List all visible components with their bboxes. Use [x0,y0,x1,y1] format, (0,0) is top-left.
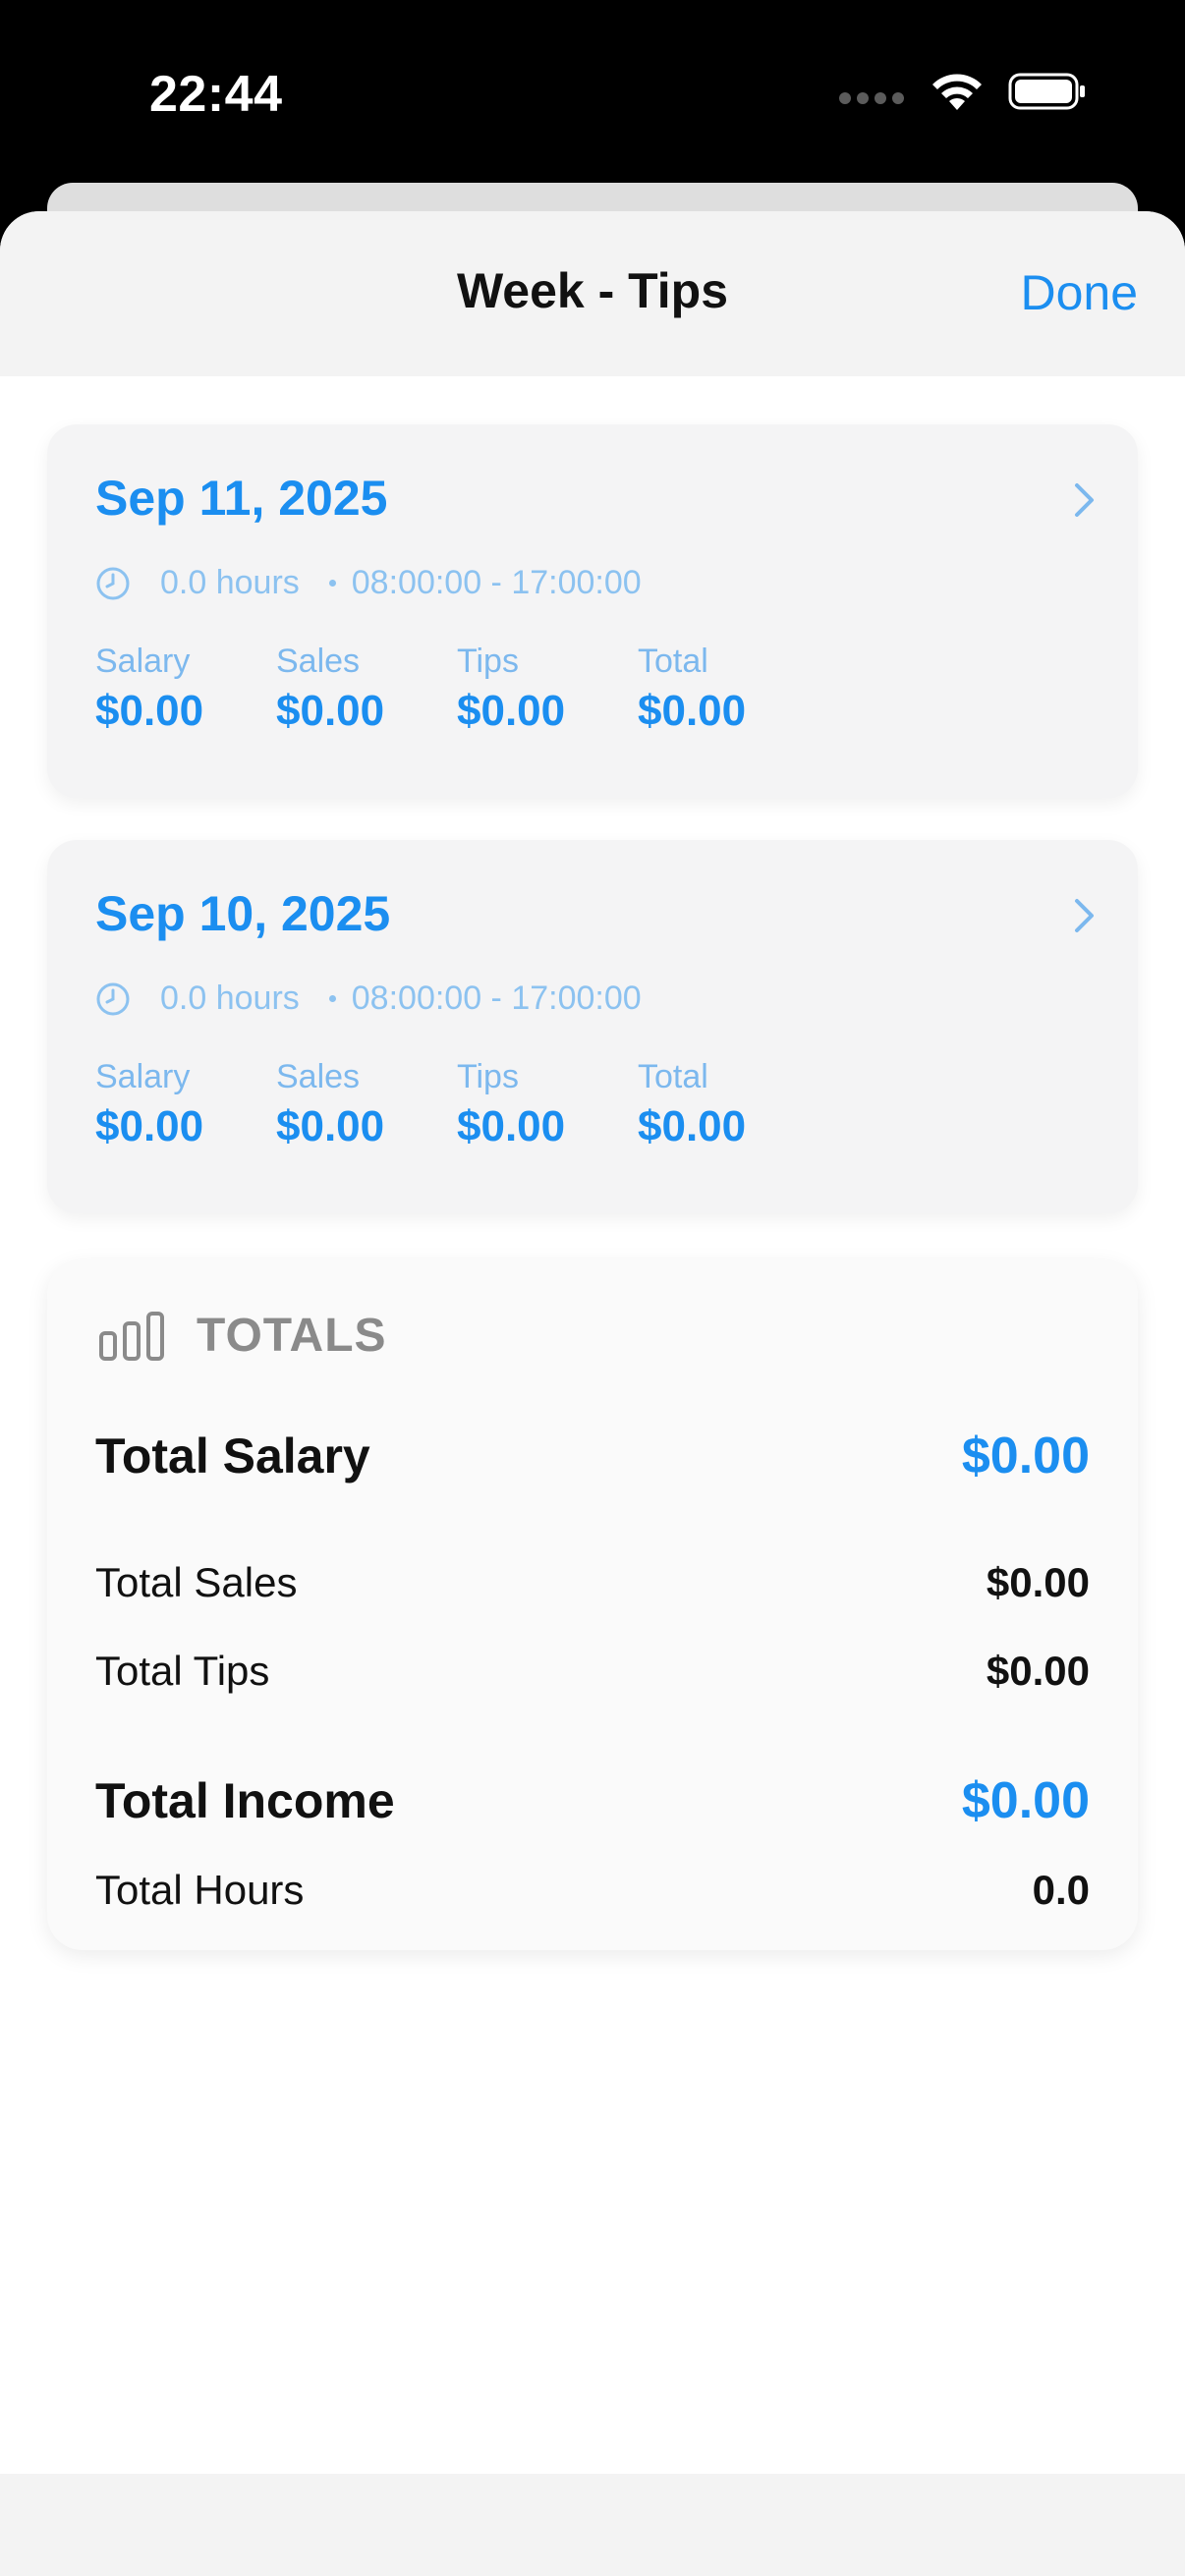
day-hours-row: 0.0 hours 08:00:00 - 17:00:00 [95,980,642,1018]
total-sales-value: $0.00 [986,1559,1090,1605]
column-value: $0.00 [638,1102,747,1150]
total-salary-value: $0.00 [961,1428,1090,1484]
total-salary-row: Total Salary $0.00 [95,1427,1090,1485]
status-time: 22:44 [149,66,283,123]
column-label: Total [638,1058,708,1095]
column-value: $0.00 [276,1102,385,1150]
wifi-icon [932,74,982,110]
total-income-value: $0.00 [961,1772,1090,1829]
column-label: Salary [95,643,191,680]
status-bar: 22:44 [0,0,1185,183]
day-hours-row: 0.0 hours 08:00:00 - 17:00:00 [95,564,642,602]
total-tips-value: $0.00 [986,1648,1090,1694]
total-tips-label: Total Tips [95,1648,270,1694]
total-income-label: Total Income [95,1773,395,1828]
tips-column: Tips $0.00 [457,1058,565,1151]
column-label: Salary [95,1058,191,1095]
day-time-range: 08:00:00 - 17:00:00 [351,564,642,601]
column-value: $0.00 [276,687,385,735]
total-sales-row: Total Sales $0.00 [95,1559,1090,1606]
salary-column: Salary $0.00 [95,643,203,736]
page-title: Week - Tips [456,263,729,318]
column-value: $0.00 [457,687,566,735]
cellular-signal-icon [839,92,904,104]
chevron-right-icon [1075,899,1094,932]
total-sales-label: Total Sales [95,1559,298,1605]
done-button[interactable]: Done [1020,264,1138,321]
bottom-bar [0,2474,1185,2576]
navigation-bar: Week - Tips Done [0,211,1185,376]
chevron-right-icon [1075,483,1094,517]
sales-column: Sales $0.00 [276,1058,384,1151]
day-time-range: 08:00:00 - 17:00:00 [351,980,642,1017]
totals-title: TOTALS [197,1310,387,1362]
total-income-row: Total Income $0.00 [95,1771,1090,1830]
column-label: Sales [276,643,361,680]
column-label: Sales [276,1058,361,1095]
day-card[interactable]: Sep 11, 2025 0.0 hours 08:00:00 - 17:00:… [47,424,1138,798]
day-date: Sep 11, 2025 [95,471,388,526]
day-card[interactable]: Sep 10, 2025 0.0 hours 08:00:00 - 17:00:… [47,840,1138,1213]
day-date: Sep 10, 2025 [95,886,391,941]
week-tips-sheet: Week - Tips Done Sep 11, 2025 0.0 hours … [0,211,1185,2576]
tips-column: Tips $0.00 [457,643,565,736]
column-label: Tips [457,643,519,680]
separator-dot [328,580,336,587]
column-label: Total [638,643,708,680]
total-column: Total $0.00 [638,643,746,736]
status-icons [839,71,1087,112]
total-hours-label: Total Hours [95,1867,305,1913]
totals-header: TOTALS [98,1309,387,1363]
column-value: $0.00 [457,1102,566,1150]
day-hours: 0.0 hours [160,564,300,601]
totals-card: TOTALS Total Salary $0.00 Total Sales $0… [47,1260,1138,1950]
total-salary-label: Total Salary [95,1428,370,1484]
column-value: $0.00 [638,687,747,735]
sales-column: Sales $0.00 [276,643,384,736]
column-label: Tips [457,1058,519,1095]
day-hours: 0.0 hours [160,980,300,1017]
total-column: Total $0.00 [638,1058,746,1151]
column-value: $0.00 [95,1102,204,1150]
salary-column: Salary $0.00 [95,1058,203,1151]
clock-icon [96,567,130,599]
total-hours-row: Total Hours 0.0 [95,1867,1090,1914]
separator-dot [328,995,336,1002]
total-tips-row: Total Tips $0.00 [95,1648,1090,1695]
total-hours-value: 0.0 [1032,1867,1090,1913]
clock-icon [96,982,130,1015]
battery-icon [1008,73,1085,110]
column-value: $0.00 [95,687,204,735]
bar-chart-icon [99,1311,164,1361]
